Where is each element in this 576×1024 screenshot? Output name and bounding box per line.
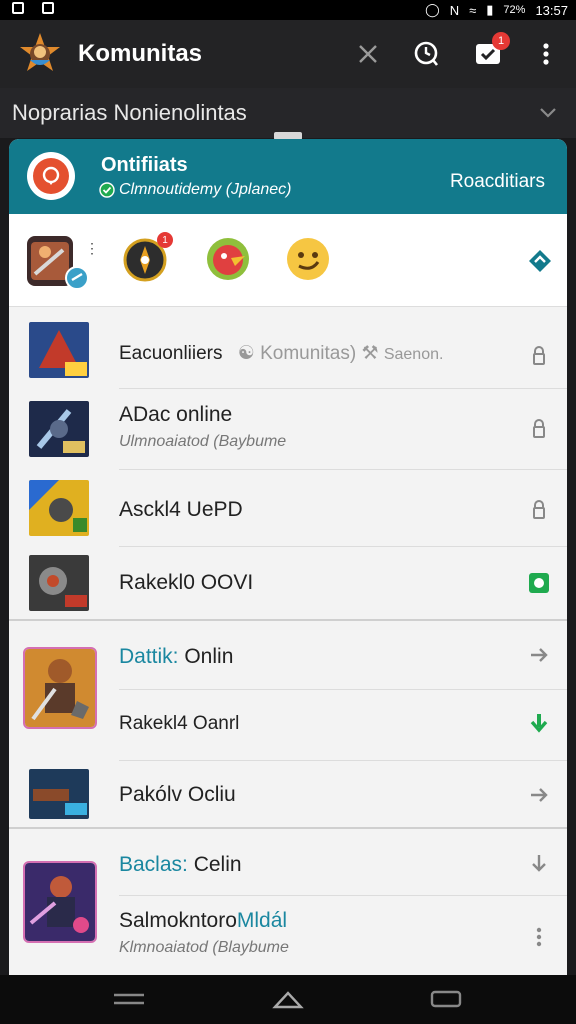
expand-item-button[interactable]	[527, 851, 551, 875]
network-indicator: N	[449, 2, 460, 18]
back-button[interactable]	[430, 989, 462, 1014]
item-title: Asckl4 UePD	[119, 498, 243, 521]
profile-name: Ontifiiats	[101, 154, 188, 176]
download-button[interactable]	[527, 711, 551, 735]
list-item[interactable]: ADac online Ulmnoaiatod (Baybume	[9, 389, 567, 469]
status-button[interactable]	[527, 571, 551, 595]
green-square-icon	[529, 573, 549, 593]
home-button[interactable]	[272, 989, 304, 1016]
inbox-button[interactable]: 1	[472, 32, 510, 70]
item-title: Rakekl0 OOVI	[119, 571, 254, 594]
list-item[interactable]: Rakekl0 OOVI	[9, 547, 567, 619]
close-button[interactable]	[352, 38, 384, 70]
list-group: Baclas: Celin SalmokntoroMldál Klmnoaiat…	[9, 829, 567, 975]
list-item[interactable]: Pakólv Ocliu	[9, 761, 567, 827]
alarm-icon: ◯	[425, 2, 440, 17]
section-title: Noprarias Nonienolintas	[12, 100, 247, 125]
lock-icon	[533, 419, 545, 438]
clock: 13:57	[535, 2, 568, 18]
item-title[interactable]: Baclas: Celin	[119, 853, 242, 877]
compass-badge-icon[interactable]: 1	[123, 232, 173, 282]
home-icon	[272, 991, 304, 1009]
game-thumbnail	[29, 769, 89, 819]
smiley-icon[interactable]	[285, 236, 331, 282]
item-meta-secondary: Saenon.	[383, 346, 444, 363]
arrow-right-icon	[531, 648, 548, 662]
arrow-right-icon	[531, 788, 548, 802]
red-bird-icon[interactable]	[205, 236, 251, 282]
more-vertical-icon	[536, 927, 542, 947]
icon-badge: 1	[157, 232, 173, 248]
lock-button[interactable]	[527, 417, 551, 441]
status-bar: ◯ N ≈ ▮ 72% 13:57	[0, 0, 576, 20]
expand-button[interactable]	[527, 248, 553, 279]
quick-icon-row: ⋮ 1	[9, 214, 567, 307]
check-circle-icon	[99, 182, 115, 198]
notification-badge: 1	[492, 32, 510, 50]
game-group-icon[interactable]	[27, 236, 89, 290]
item-title: Eacuonliiers ☯ Komunitas) ⚒ Saenon.	[119, 343, 444, 364]
item-title[interactable]: SalmokntoroMldál	[119, 909, 287, 933]
image-notification-icon	[12, 2, 24, 14]
item-subtitle: Klmnoaiatod (Blaybume	[119, 939, 289, 956]
game-thumbnail	[23, 861, 97, 943]
open-button[interactable]	[527, 783, 551, 807]
clock-icon	[414, 41, 439, 66]
game-thumbnail	[29, 322, 89, 378]
list-group: Dattik: Onlin Rakekl4 Oanrl	[9, 621, 567, 761]
back-icon	[430, 990, 462, 1008]
more-vertical-icon	[543, 43, 549, 65]
dots-icon: ⋮	[85, 240, 99, 256]
green-download-icon	[530, 714, 548, 733]
system-nav-bar	[0, 975, 576, 1024]
game-thumbnail	[29, 401, 89, 457]
list-item[interactable]: Eacuonliiers ☯ Komunitas) ⚒ Saenon.	[9, 312, 567, 388]
wifi-icon: ≈	[469, 2, 477, 18]
community-sheet: Ontifiiats Clmnoutidemy (Jplanec) Roacdi…	[9, 139, 567, 975]
item-meta: Komunitas)	[260, 343, 357, 364]
close-icon	[359, 45, 377, 63]
list-item[interactable]: Asckl4 UePD	[9, 470, 567, 546]
recents-button[interactable]	[112, 989, 146, 1014]
overflow-menu-button[interactable]	[530, 38, 562, 70]
lock-icon	[533, 500, 545, 519]
wrench-icon: ⚒	[361, 343, 379, 364]
item-title: ADac online	[119, 403, 233, 426]
item-title: Pakólv Ocliu	[119, 783, 236, 806]
refresh-icon: ☯	[237, 343, 255, 364]
lock-icon	[533, 346, 545, 365]
lock-button[interactable]	[527, 344, 551, 368]
item-menu-button[interactable]	[527, 925, 551, 949]
game-thumbnail	[29, 555, 89, 611]
app-bar: Komunitas 1	[0, 20, 576, 88]
gallery-notification-icon	[42, 2, 54, 14]
game-thumbnail	[29, 480, 89, 536]
history-button[interactable]	[410, 38, 442, 70]
chevron-down-icon	[540, 108, 556, 118]
game-thumbnail	[23, 647, 97, 729]
profile-status: Clmnoutidemy (Jplanec)	[99, 181, 292, 199]
arrow-down-icon	[532, 855, 546, 872]
item-subtitle: Ulmnoaiatod (Baybume	[119, 433, 287, 450]
profile-action-link[interactable]: Roacditiars	[450, 171, 545, 193]
section-header[interactable]: Noprarias Nonienolintas	[0, 88, 576, 138]
profile-card[interactable]: Ontifiiats Clmnoutidemy (Jplanec) Roacdi…	[9, 139, 567, 214]
lock-button[interactable]	[527, 498, 551, 522]
diamond-arrow-icon	[529, 250, 551, 272]
app-logo-icon	[20, 33, 60, 71]
chat-bubble-icon	[42, 166, 60, 185]
recents-icon	[114, 993, 144, 1005]
signal-icon: ▮	[486, 2, 494, 17]
open-button[interactable]	[527, 643, 551, 667]
item-title[interactable]: Rakekl4 Oanrl	[119, 713, 239, 735]
item-title[interactable]: Dattik: Onlin	[119, 645, 233, 669]
app-title: Komunitas	[78, 40, 203, 67]
battery-percent: 72%	[503, 4, 526, 16]
avatar	[27, 152, 75, 200]
